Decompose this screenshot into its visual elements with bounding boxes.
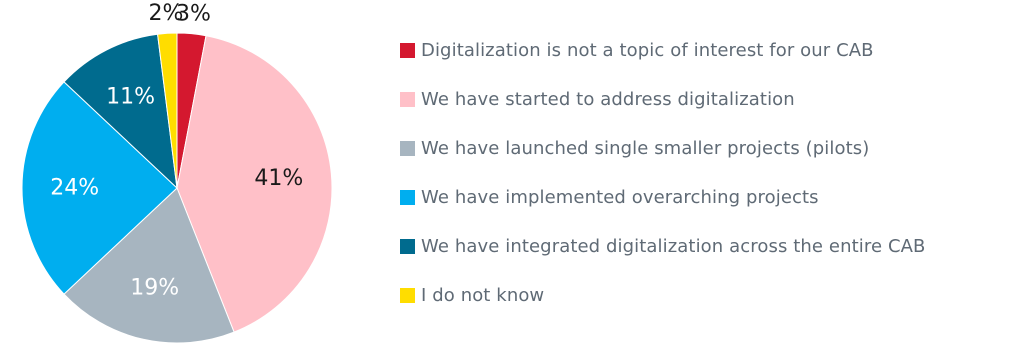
legend-swatch: [400, 43, 415, 58]
legend-label: Digitalization is not a topic of interes…: [421, 40, 874, 61]
pie-chart: 3%41%19%24%11%2%: [21, 1, 333, 344]
legend-item-4: We have implemented overarching projects: [400, 187, 819, 208]
legend-item-6: I do not know: [400, 285, 544, 306]
slice-label-3: 19%: [130, 275, 179, 300]
legend-swatch: [400, 288, 415, 303]
legend-swatch: [400, 141, 415, 156]
legend-item-2: We have started to address digitalizatio…: [400, 89, 795, 110]
legend-label: We have started to address digitalizatio…: [421, 89, 795, 110]
legend-swatch: [400, 92, 415, 107]
legend-label: We have implemented overarching projects: [421, 187, 819, 208]
legend-swatch: [400, 239, 415, 254]
slice-label-6: 2%: [149, 1, 184, 26]
legend-label: I do not know: [421, 285, 545, 306]
legend-item-5: We have integrated digitalization across…: [400, 236, 925, 257]
slice-label-2: 41%: [254, 166, 303, 191]
legend-swatch: [400, 190, 415, 205]
slice-label-4: 24%: [50, 176, 99, 201]
legend-label: We have launched single smaller projects…: [421, 138, 870, 159]
legend-label: We have integrated digitalization across…: [421, 236, 926, 257]
legend-item-3: We have launched single smaller projects…: [400, 138, 869, 159]
legend-item-1: Digitalization is not a topic of interes…: [400, 40, 874, 61]
slice-label-5: 11%: [106, 84, 155, 109]
